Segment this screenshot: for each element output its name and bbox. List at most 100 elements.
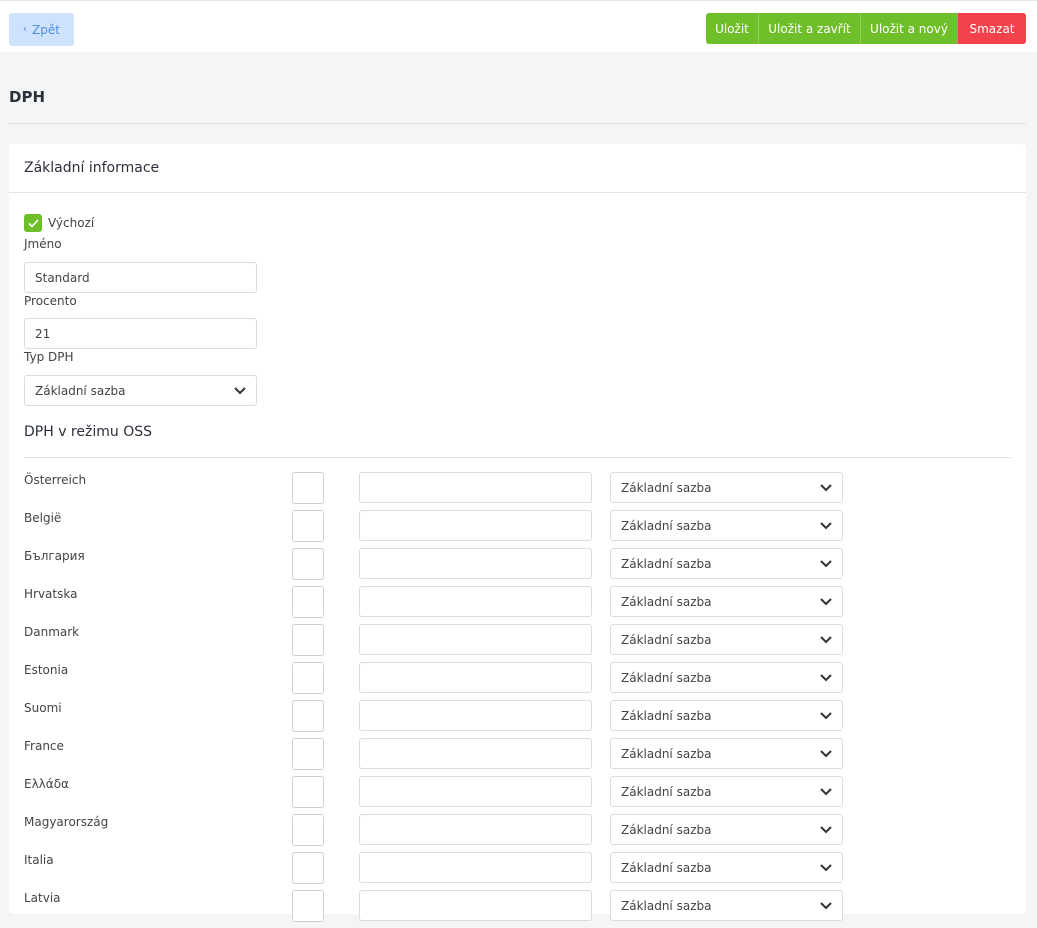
oss-rate-type-select[interactable]: Základní sazba (610, 776, 843, 807)
chevron-down-icon (820, 673, 832, 681)
oss-divider (24, 457, 1011, 458)
oss-rate-input[interactable] (359, 662, 592, 693)
oss-rate-type-value: Základní sazba (621, 480, 712, 495)
oss-rate-input[interactable] (359, 738, 592, 769)
name-input[interactable]: Standard (24, 262, 257, 293)
save-and-close-button[interactable]: Uložit a zavřít (758, 13, 860, 44)
oss-row: Österreich Základní sazba (9, 472, 1026, 510)
chevron-down-icon (820, 483, 832, 491)
oss-rate-input[interactable] (359, 586, 592, 617)
chevron-down-icon (820, 597, 832, 605)
oss-enable-checkbox[interactable] (292, 624, 324, 656)
country-label: Ελλάδα (24, 777, 69, 791)
oss-enable-checkbox[interactable] (292, 472, 324, 504)
page-title: DPH (9, 88, 45, 106)
country-label: Italia (24, 853, 54, 867)
oss-rate-input[interactable] (359, 624, 592, 655)
oss-row: Magyarország Základní sazba (9, 814, 1026, 852)
basic-info-title: Základní informace (24, 160, 160, 176)
oss-rate-input[interactable] (359, 814, 592, 845)
oss-rate-type-value: Základní sazba (621, 632, 712, 647)
oss-row: France Základní sazba (9, 738, 1026, 776)
oss-enable-checkbox[interactable] (292, 776, 324, 808)
country-label: Danmark (24, 625, 80, 639)
oss-enable-checkbox[interactable] (292, 662, 324, 694)
oss-rate-type-select[interactable]: Základní sazba (610, 548, 843, 579)
oss-enable-checkbox[interactable] (292, 586, 324, 618)
action-button-group: Uložit Uložit a zavřít Uložit a nový Sma… (706, 13, 1026, 44)
oss-row: Italia Základní sazba (9, 852, 1026, 890)
oss-rate-type-value: Základní sazba (621, 898, 712, 913)
back-button-label: Zpět (32, 22, 60, 37)
chevron-down-icon (820, 711, 832, 719)
chevron-down-icon (820, 863, 832, 871)
oss-row: Danmark Základní sazba (9, 624, 1026, 662)
oss-rate-type-select[interactable]: Základní sazba (610, 586, 843, 617)
vat-type-select[interactable]: Základní sazba (24, 375, 257, 406)
title-divider (9, 123, 1026, 124)
oss-section-title: DPH v režimu OSS (24, 424, 152, 440)
chevron-down-icon (234, 386, 246, 394)
delete-button[interactable]: Smazat (957, 13, 1026, 44)
oss-rate-type-select[interactable]: Základní sazba (610, 890, 843, 921)
oss-row: Estonia Základní sazba (9, 662, 1026, 700)
oss-rate-type-select[interactable]: Základní sazba (610, 624, 843, 655)
oss-enable-checkbox[interactable] (292, 890, 324, 922)
oss-rate-input[interactable] (359, 852, 592, 883)
oss-rate-input[interactable] (359, 472, 592, 503)
default-checkbox-row[interactable]: Výchozí (24, 214, 94, 232)
oss-row: België Základní sazba (9, 510, 1026, 548)
vat-form-card: Základní informace Výchozí Jméno Standar… (9, 144, 1026, 922)
oss-rate-type-select[interactable]: Základní sazba (610, 852, 843, 883)
oss-rate-type-select[interactable]: Základní sazba (610, 510, 843, 541)
country-label: France (24, 739, 64, 753)
save-button[interactable]: Uložit (706, 13, 758, 44)
oss-enable-checkbox[interactable] (292, 814, 324, 846)
name-label: Jméno (24, 237, 62, 251)
chevron-down-icon (820, 825, 832, 833)
oss-rate-type-value: Základní sazba (621, 784, 712, 799)
oss-enable-checkbox[interactable] (292, 738, 324, 770)
chevron-down-icon (820, 787, 832, 795)
back-button[interactable]: ‹ Zpět (9, 13, 74, 46)
oss-enable-checkbox[interactable] (292, 548, 324, 580)
oss-rate-type-value: Základní sazba (621, 822, 712, 837)
oss-rate-input[interactable] (359, 700, 592, 731)
vat-type-label: Typ DPH (24, 350, 74, 364)
oss-rate-type-select[interactable]: Základní sazba (610, 814, 843, 845)
oss-enable-checkbox[interactable] (292, 510, 324, 542)
oss-row: Latvia Základní sazba (9, 890, 1026, 928)
checkmark-icon (27, 218, 39, 228)
oss-rate-input[interactable] (359, 776, 592, 807)
default-checkbox[interactable] (24, 214, 42, 232)
chevron-left-icon: ‹ (23, 24, 28, 35)
save-and-new-button[interactable]: Uložit a nový (860, 13, 957, 44)
oss-rate-type-value: Základní sazba (621, 746, 712, 761)
oss-rate-type-value: Základní sazba (621, 594, 712, 609)
oss-rate-type-select[interactable]: Základní sazba (610, 700, 843, 731)
oss-rate-type-value: Základní sazba (621, 670, 712, 685)
oss-enable-checkbox[interactable] (292, 852, 324, 884)
country-label: България (24, 549, 85, 563)
oss-rate-type-value: Základní sazba (621, 708, 712, 723)
country-label: Magyarország (24, 815, 109, 829)
chevron-down-icon (820, 559, 832, 567)
percent-label: Procento (24, 294, 77, 308)
oss-rate-input[interactable] (359, 548, 592, 579)
oss-row: Ελλάδα Základní sazba (9, 776, 1026, 814)
oss-rate-type-value: Základní sazba (621, 860, 712, 875)
oss-enable-checkbox[interactable] (292, 700, 324, 732)
chevron-down-icon (820, 749, 832, 757)
oss-rate-type-select[interactable]: Základní sazba (610, 472, 843, 503)
country-label: België (24, 511, 62, 525)
chevron-down-icon (820, 901, 832, 909)
oss-rate-type-select[interactable]: Základní sazba (610, 662, 843, 693)
percent-input[interactable]: 21 (24, 318, 257, 349)
oss-rate-input[interactable] (359, 510, 592, 541)
oss-row: България Základní sazba (9, 548, 1026, 586)
default-label: Výchozí (48, 216, 95, 230)
country-label: Estonia (24, 663, 69, 677)
chevron-down-icon (820, 635, 832, 643)
oss-rate-input[interactable] (359, 890, 592, 921)
oss-rate-type-select[interactable]: Základní sazba (610, 738, 843, 769)
